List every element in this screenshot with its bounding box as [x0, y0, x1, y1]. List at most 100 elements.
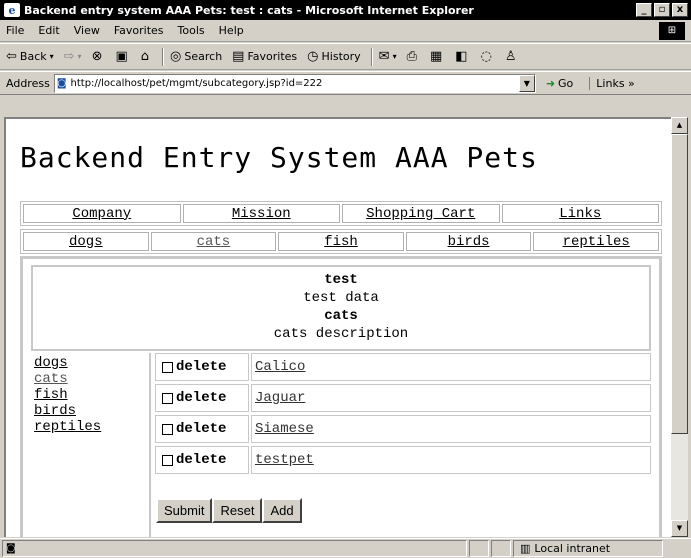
forward-arrow-icon: ⇨	[63, 49, 75, 64]
menu-bar: File Edit View Favorites Tools Help ⊞	[0, 20, 691, 42]
scroll-thumb[interactable]	[671, 134, 688, 434]
pet-row: delete testpet	[155, 446, 651, 474]
delete-cell: delete	[155, 384, 249, 412]
add-button[interactable]: Add	[262, 498, 302, 523]
forward-button[interactable]: ⇨ ▾	[64, 49, 82, 64]
nav-links[interactable]: Links	[501, 204, 659, 223]
page-viewport: Backend Entry System AAA Pets Company Mi…	[4, 117, 671, 537]
submit-button[interactable]: Submit	[156, 498, 213, 523]
main-panel: test test data cats cats description dog…	[20, 256, 662, 537]
pet-link[interactable]: testpet	[251, 446, 651, 474]
delete-label: delete	[176, 421, 227, 437]
mail-button[interactable]: ✉ ▾	[379, 49, 397, 64]
pet-link[interactable]: Calico	[251, 353, 651, 381]
minimize-button[interactable]: _	[636, 3, 652, 17]
print-button[interactable]: ⎙	[407, 49, 420, 64]
history-icon: ◷	[307, 49, 319, 64]
window-controls: _ ▫ x	[634, 3, 688, 17]
delete-checkbox[interactable]	[162, 392, 173, 404]
address-url: http://localhost/pet/mgmt/subcategory.js…	[70, 77, 323, 89]
menu-tools[interactable]: Tools	[178, 24, 205, 37]
intranet-icon: ▥	[520, 542, 531, 555]
delete-checkbox[interactable]	[162, 454, 173, 466]
title-bar: e Backend entry system AAA Pets: test : …	[0, 0, 691, 20]
reset-button[interactable]: Reset	[212, 498, 263, 523]
go-arrow-icon: ➜	[545, 76, 556, 90]
delete-cell: delete	[155, 446, 249, 474]
nav-birds[interactable]: birds	[405, 232, 532, 251]
delete-cell: delete	[155, 353, 249, 381]
toolbar: ⇦ Back ▾ ⇨ ▾ ⊗ ▣ ⌂ ◎ Search ▤ Favorites …	[0, 43, 691, 70]
side-link-reptiles[interactable]: reptiles	[34, 419, 149, 435]
nav-fish[interactable]: fish	[278, 232, 404, 251]
nav-company[interactable]: Company	[23, 204, 181, 223]
toolbar-separator	[370, 47, 373, 66]
messenger-icon: ◌	[480, 49, 492, 64]
vertical-scrollbar[interactable]: ▲ ▼	[671, 117, 688, 537]
nav-dogs[interactable]: dogs	[23, 232, 149, 251]
nav-cats[interactable]: cats	[150, 232, 277, 251]
status-panel	[491, 540, 511, 557]
delete-label: delete	[176, 359, 227, 375]
address-dropdown-icon[interactable]: ▼	[518, 74, 535, 92]
subcategory-name: cats	[324, 308, 358, 324]
edit-button[interactable]: ▦	[430, 49, 445, 64]
messenger-button[interactable]: ◌	[481, 49, 495, 64]
home-icon: ⌂	[140, 49, 150, 64]
menu-favorites[interactable]: Favorites	[114, 24, 164, 37]
window-title: Backend entry system AAA Pets: test : ca…	[24, 3, 474, 17]
back-label: Back	[19, 50, 47, 63]
favorites-label: Favorites	[247, 50, 298, 63]
forward-dropdown-icon: ▾	[77, 52, 82, 61]
pet-list: delete Calico delete Jaguar delete Siame…	[155, 353, 651, 523]
menu-view[interactable]: View	[74, 24, 100, 37]
nav-reptiles[interactable]: reptiles	[533, 232, 659, 251]
address-input[interactable]: ◙ http://localhost/pet/mgmt/subcategory.…	[53, 73, 536, 93]
refresh-button[interactable]: ▣	[115, 49, 130, 64]
discuss-icon: ◧	[455, 49, 468, 64]
menu-file[interactable]: File	[6, 24, 24, 37]
subcategory-description: cats description	[273, 326, 409, 342]
favorites-button[interactable]: ▤ Favorites	[232, 49, 297, 64]
home-button[interactable]: ⌂	[141, 49, 152, 64]
nav-mission[interactable]: Mission	[182, 204, 340, 223]
close-button[interactable]: x	[672, 3, 688, 17]
pet-link[interactable]: Siamese	[251, 415, 651, 443]
pet-link[interactable]: Jaguar	[251, 384, 651, 412]
nav-shopping-cart[interactable]: Shopping Cart	[342, 204, 500, 223]
scroll-up-icon[interactable]: ▲	[671, 117, 688, 134]
side-link-birds[interactable]: birds	[34, 403, 149, 419]
discuss-button[interactable]: ◧	[455, 49, 470, 64]
delete-checkbox[interactable]	[162, 423, 173, 435]
user-button[interactable]: ♙	[505, 49, 520, 64]
search-button[interactable]: ◎ Search	[170, 49, 222, 64]
stop-button[interactable]: ⊗	[92, 49, 106, 64]
status-bar: ◙ ▥ Local intranet	[0, 538, 691, 558]
mail-dropdown-icon: ▾	[392, 52, 397, 61]
zone-label: Local intranet	[534, 542, 611, 555]
top-nav: Company Mission Shopping Cart Links	[20, 201, 662, 226]
back-dropdown-icon[interactable]: ▾	[50, 52, 54, 61]
category-description: test data	[303, 290, 379, 306]
delete-checkbox[interactable]	[162, 361, 173, 373]
links-button[interactable]: Links »	[589, 76, 635, 90]
print-icon: ⎙	[406, 49, 417, 64]
page-icon: ◙	[56, 77, 67, 89]
go-button[interactable]: ➜ Go	[546, 77, 573, 90]
menu-edit[interactable]: Edit	[38, 24, 59, 37]
menu-help[interactable]: Help	[219, 24, 244, 37]
pet-row: delete Calico	[155, 353, 651, 381]
status-panel	[469, 540, 489, 557]
pet-row: delete Siamese	[155, 415, 651, 443]
history-button[interactable]: ◷ History	[307, 49, 360, 64]
pet-row: delete Jaguar	[155, 384, 651, 412]
side-link-fish[interactable]: fish	[34, 387, 149, 403]
side-links: dogs cats fish birds reptiles	[31, 353, 151, 537]
maximize-button[interactable]: ▫	[654, 3, 670, 17]
back-button[interactable]: ⇦ Back ▾	[6, 49, 54, 64]
side-link-cats[interactable]: cats	[34, 371, 149, 387]
scroll-down-icon[interactable]: ▼	[671, 520, 688, 537]
stop-icon: ⊗	[91, 49, 103, 64]
side-link-dogs[interactable]: dogs	[34, 355, 149, 371]
delete-label: delete	[176, 452, 227, 468]
